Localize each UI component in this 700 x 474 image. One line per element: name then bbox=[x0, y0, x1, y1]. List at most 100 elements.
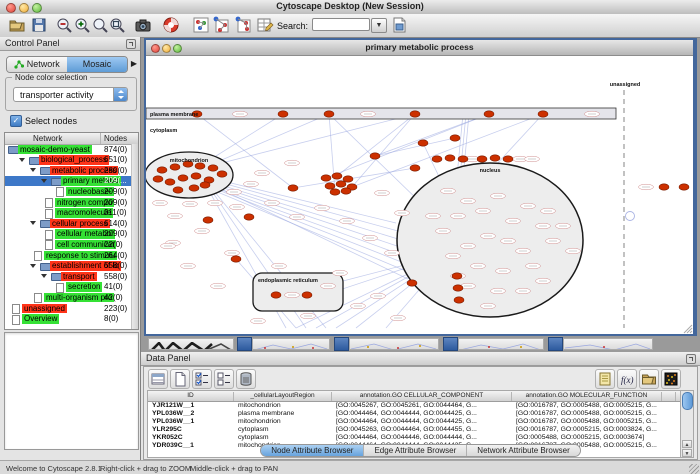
tree-scrollbar[interactable] bbox=[131, 144, 138, 329]
table-cell[interactable]: [GO:0045263, GO:0044464, GO:0044455, G..… bbox=[336, 426, 510, 433]
minimized-window-fragment[interactable] bbox=[252, 338, 330, 350]
network-node[interactable] bbox=[200, 182, 210, 188]
attribute-browser-tab[interactable]: Node Attribute Browser bbox=[261, 445, 364, 456]
tree-row-label[interactable]: transport bbox=[61, 272, 97, 282]
table-cell[interactable]: mitochondrion bbox=[238, 402, 330, 409]
table-cell[interactable]: mitochondrion bbox=[238, 418, 330, 425]
network-node[interactable] bbox=[410, 165, 420, 171]
network-node[interactable] bbox=[336, 181, 346, 187]
minimized-window-titlebar[interactable] bbox=[443, 337, 458, 351]
network-node[interactable] bbox=[203, 217, 213, 223]
birds-eye-view[interactable] bbox=[4, 332, 139, 450]
table-cell[interactable]: cytoplasm bbox=[238, 426, 330, 433]
network-node[interactable] bbox=[343, 176, 353, 182]
attribute-browser-tab[interactable]: Edge Attribute Browser bbox=[364, 445, 467, 456]
tree-row[interactable]: nucleobase-209(0) bbox=[5, 186, 138, 197]
minimized-window-fragment[interactable] bbox=[458, 338, 544, 350]
save-session-icon[interactable] bbox=[30, 16, 48, 34]
help-icon[interactable] bbox=[162, 16, 180, 34]
network-window-titlebar[interactable]: primary metabolic process bbox=[146, 40, 693, 56]
table-cell[interactable]: [GO:0016787, GO:0005215, GO:0003824, G..… bbox=[516, 426, 660, 433]
table-cell[interactable]: [GO:0005488, GO:0005215, GO:0003674] bbox=[516, 434, 660, 441]
search-dropdown-icon[interactable]: ▼ bbox=[371, 18, 387, 33]
attribute-matrix-icon[interactable] bbox=[661, 369, 681, 389]
tree-row[interactable]: establishment of lo558(0) bbox=[5, 261, 138, 272]
network-node[interactable] bbox=[321, 175, 331, 181]
table-row[interactable]: YPL036W__2plasma membrane[GO:0044464, GO… bbox=[148, 409, 680, 417]
plugin-layout-icon-2[interactable] bbox=[234, 16, 252, 34]
table-column-header[interactable]: ID bbox=[148, 392, 234, 401]
tree-row-label[interactable]: unassigned bbox=[22, 304, 67, 314]
network-node[interactable] bbox=[679, 184, 689, 190]
tree-col-divider[interactable] bbox=[100, 133, 101, 144]
minimized-window-titlebar[interactable] bbox=[334, 337, 349, 351]
advanced-search-icon[interactable] bbox=[390, 16, 408, 34]
network-canvas[interactable]: plasma membrane cytoplasm mitochondrion … bbox=[146, 56, 693, 334]
minimized-window-fragment[interactable] bbox=[148, 338, 234, 350]
tree-row[interactable]: primary metabo209(... bbox=[5, 176, 138, 187]
tree-row-label[interactable]: cellular process bbox=[50, 219, 110, 229]
network-node[interactable] bbox=[302, 292, 312, 298]
import-attributes-icon[interactable] bbox=[639, 369, 659, 389]
network-node[interactable] bbox=[445, 155, 455, 161]
network-node[interactable] bbox=[410, 111, 420, 117]
network-node[interactable] bbox=[454, 297, 464, 303]
tree-row[interactable]: cell communicat22(0) bbox=[5, 239, 138, 250]
new-attribute-icon[interactable] bbox=[170, 369, 190, 389]
table-column-header[interactable] bbox=[662, 392, 676, 401]
network-node[interactable] bbox=[178, 175, 188, 181]
minimized-window-fragment[interactable] bbox=[563, 338, 653, 350]
tree-row[interactable]: cellular metabol209(0) bbox=[5, 229, 138, 240]
table-row[interactable]: YJR121W__1mitochondrion[GO:0045267, GO:0… bbox=[148, 402, 680, 410]
table-cell[interactable]: cytoplasm bbox=[238, 434, 330, 441]
select-nodes-checkbox[interactable]: ✓ bbox=[10, 115, 22, 127]
table-column-header[interactable]: annotation.GO CELLULAR_COMPONENT bbox=[332, 392, 512, 401]
tree-row[interactable]: mosaic-demo-yeast874(0) bbox=[5, 144, 138, 155]
tree-row-label[interactable]: mosaic-demo-yeast bbox=[18, 145, 92, 155]
unselect-attributes-icon[interactable] bbox=[214, 369, 234, 389]
table-cell[interactable]: YPL036W__2 bbox=[152, 410, 232, 417]
open-session-icon[interactable] bbox=[8, 16, 26, 34]
network-node[interactable] bbox=[271, 292, 281, 298]
network-node[interactable] bbox=[370, 153, 380, 159]
snapshot-icon[interactable] bbox=[134, 16, 152, 34]
network-node[interactable] bbox=[157, 167, 167, 173]
table-cell[interactable]: YKR052C bbox=[152, 434, 232, 441]
network-node[interactable] bbox=[288, 185, 298, 191]
tree-expander-icon[interactable] bbox=[30, 264, 36, 268]
tree-row[interactable]: Overview8(0) bbox=[5, 314, 138, 325]
fit-content-icon[interactable] bbox=[108, 16, 126, 34]
zoom-out-icon[interactable] bbox=[55, 16, 73, 34]
network-node[interactable] bbox=[173, 187, 183, 193]
table-cell[interactable]: [GO:0045267, GO:0045261, GO:0044464, G..… bbox=[336, 402, 510, 409]
table-scrollbar-thumb[interactable] bbox=[682, 392, 693, 410]
dropdown-stepper-icon[interactable] bbox=[113, 88, 127, 101]
window-resize-grip[interactable] bbox=[689, 464, 699, 474]
tab-overflow-arrow-icon[interactable]: ▶ bbox=[131, 59, 137, 68]
table-cell[interactable]: [GO:0016787, GO:0005488, GO:0005215, G..… bbox=[516, 410, 660, 417]
network-node[interactable] bbox=[452, 273, 462, 279]
network-node[interactable] bbox=[244, 214, 254, 220]
table-cell[interactable]: [GO:0016787, GO:0005488, GO:0005215, G..… bbox=[516, 402, 660, 409]
tree-row[interactable]: nitrogen compo209(0) bbox=[5, 197, 138, 208]
network-node[interactable] bbox=[153, 176, 163, 182]
network-node[interactable] bbox=[189, 185, 199, 191]
tab-network[interactable]: Network bbox=[7, 57, 67, 72]
attribute-table-icon[interactable] bbox=[148, 369, 168, 389]
network-node[interactable] bbox=[407, 280, 417, 286]
network-node[interactable] bbox=[484, 111, 494, 117]
network-node[interactable] bbox=[453, 285, 463, 291]
network-node[interactable] bbox=[538, 111, 548, 117]
table-cell[interactable]: [GO:0044464, GO:0044444, GO:0044425, G..… bbox=[336, 410, 510, 417]
table-cell[interactable]: [GO:0044464, GO:0044444, GO:0044425, G..… bbox=[336, 418, 510, 425]
plugin-grid-icon[interactable] bbox=[192, 16, 210, 34]
network-node[interactable] bbox=[325, 183, 335, 189]
table-row[interactable]: YPL036W__1mitochondrion[GO:0044464, GO:0… bbox=[148, 417, 680, 425]
network-node[interactable] bbox=[330, 189, 340, 195]
network-node[interactable] bbox=[341, 188, 351, 194]
tree-row[interactable]: transport558(0) bbox=[5, 271, 138, 282]
tree-row[interactable]: secretion41(0) bbox=[5, 282, 138, 293]
network-node[interactable] bbox=[217, 171, 227, 177]
tree-col-network[interactable]: Network bbox=[33, 134, 62, 143]
network-node[interactable] bbox=[490, 155, 500, 161]
